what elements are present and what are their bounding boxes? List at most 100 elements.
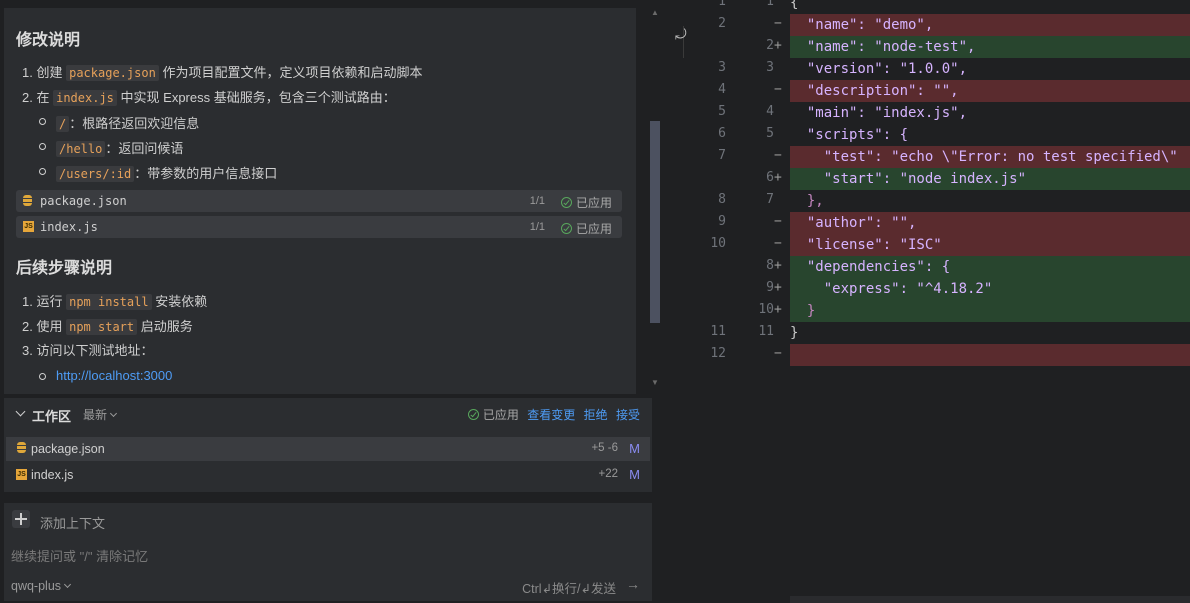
send-arrow-icon[interactable]: → bbox=[626, 576, 640, 592]
collapse-chevron-icon[interactable] bbox=[15, 406, 26, 417]
next-step-1: 1. 运行 npm install 安装依赖 bbox=[22, 294, 208, 310]
add-context-label[interactable]: 添加上下文 bbox=[40, 513, 105, 532]
section-title-next-steps: 后续步骤说明 bbox=[16, 260, 113, 277]
applied-file-package-json[interactable]: package.json 1/1 已应用 bbox=[16, 190, 622, 212]
new-line-number: 7 bbox=[766, 192, 774, 207]
new-line-number: 1 bbox=[766, 0, 774, 9]
new-line-number: 2 bbox=[766, 38, 774, 53]
workspace-panel: 工作区 最新 已应用 查看变更 拒绝 接受 package.json +5 -6… bbox=[4, 398, 652, 492]
code-line-deleted[interactable]: "author": "", bbox=[790, 212, 1190, 234]
old-line-number: 1 bbox=[718, 0, 726, 9]
bullet-icon bbox=[39, 118, 46, 125]
code-line-deleted[interactable]: "description": "", bbox=[790, 80, 1190, 102]
diff-marker: + bbox=[774, 280, 782, 295]
chat-scrollbar[interactable]: ▲ ▼ bbox=[648, 8, 662, 388]
code-line[interactable]: } bbox=[790, 322, 1190, 344]
scroll-up-arrow-icon[interactable]: ▲ bbox=[651, 8, 659, 17]
diff-marker: + bbox=[774, 258, 782, 273]
code-line-deleted[interactable] bbox=[790, 344, 1190, 366]
diff-marker: − bbox=[774, 82, 782, 97]
code-line-deleted[interactable]: "license": "ISC" bbox=[790, 234, 1190, 256]
revert-change-icon[interactable]: ⤾ bbox=[675, 27, 687, 43]
code-line-deleted[interactable]: "test": "echo \"Error: no test specified… bbox=[790, 146, 1190, 168]
chat-input-placeholder[interactable]: 继续提问或 "/" 清除记忆 bbox=[11, 546, 148, 565]
database-icon bbox=[17, 442, 26, 453]
old-line-number: 12 bbox=[710, 346, 726, 361]
next-step-2: 2. 使用 npm start 启动服务 bbox=[22, 319, 193, 335]
assistant-panel: 修改说明 1. 创建 package.json 作为项目配置文件，定义项目依赖和… bbox=[0, 0, 664, 603]
new-line-number: 9 bbox=[766, 280, 774, 295]
js-file-icon: JS bbox=[16, 469, 27, 480]
next-step-3: 3. 访问以下测试地址： bbox=[22, 343, 154, 358]
diff-marker: − bbox=[774, 214, 782, 229]
applied-status: 已应用 bbox=[560, 194, 612, 211]
diff-marker: − bbox=[774, 346, 782, 361]
chat-input-box[interactable]: 添加上下文 继续提问或 "/" 清除记忆 qwq-plus Ctrl↲换行/↲发… bbox=[4, 503, 652, 601]
diff-marker: − bbox=[774, 16, 782, 31]
reject-link[interactable]: 拒绝 bbox=[584, 408, 608, 422]
code-line[interactable]: { bbox=[790, 0, 1190, 14]
old-line-number: 10 bbox=[710, 236, 726, 251]
editor-horizontal-scrollbar[interactable] bbox=[790, 596, 1190, 603]
scroll-thumb[interactable] bbox=[650, 121, 660, 323]
new-line-number: 8 bbox=[766, 258, 774, 273]
code-line[interactable]: }, bbox=[790, 190, 1190, 212]
code-line-added[interactable]: } bbox=[790, 300, 1190, 322]
workspace-header: 工作区 最新 已应用 查看变更 拒绝 接受 bbox=[4, 398, 652, 428]
new-line-number: 11 bbox=[758, 324, 774, 339]
old-line-number: 3 bbox=[718, 60, 726, 75]
bullet-icon bbox=[39, 168, 46, 175]
localhost-link[interactable]: http://localhost:3000 bbox=[56, 368, 172, 383]
section-title-changes: 修改说明 bbox=[16, 32, 81, 49]
code-line-added[interactable]: "start": "node index.js" bbox=[790, 168, 1190, 190]
code-line[interactable]: "version": "1.0.0", bbox=[790, 58, 1190, 80]
accept-link[interactable]: 接受 bbox=[616, 408, 640, 422]
diff-marker: + bbox=[774, 38, 782, 53]
chat-message-panel: 修改说明 1. 创建 package.json 作为项目配置文件，定义项目依赖和… bbox=[4, 8, 636, 394]
old-line-number: 9 bbox=[718, 214, 726, 229]
chevron-down-icon bbox=[109, 409, 118, 418]
code-line[interactable]: "main": "index.js", bbox=[790, 102, 1190, 124]
code-line[interactable]: "scripts": { bbox=[790, 124, 1190, 146]
code-line-added[interactable]: "dependencies": { bbox=[790, 256, 1190, 278]
diff-marker: + bbox=[774, 170, 782, 185]
workspace-file-package-json[interactable]: package.json +5 -6 M bbox=[6, 437, 650, 461]
add-context-button[interactable] bbox=[12, 510, 30, 528]
workspace-file-index-js[interactable]: JS index.js +22 M bbox=[6, 463, 650, 487]
database-icon bbox=[23, 195, 32, 206]
code-line-added[interactable]: "express": "^4.18.2" bbox=[790, 278, 1190, 300]
workspace-title: 工作区 bbox=[32, 409, 72, 424]
old-line-number: 4 bbox=[718, 82, 726, 97]
new-line-number: 4 bbox=[766, 104, 774, 119]
bullet-icon bbox=[39, 373, 46, 380]
model-selector[interactable]: qwq-plus bbox=[11, 579, 72, 593]
check-circle-icon bbox=[467, 409, 479, 420]
route-item: /users/:id ：带参数的用户信息接口 bbox=[56, 163, 277, 182]
old-line-number: 11 bbox=[710, 324, 726, 339]
applied-file-index-js[interactable]: JS index.js 1/1 已应用 bbox=[16, 216, 622, 238]
new-line-number: 5 bbox=[766, 126, 774, 141]
sort-dropdown[interactable]: 最新 bbox=[83, 406, 118, 423]
js-file-icon: JS bbox=[23, 221, 34, 232]
diff-marker: − bbox=[774, 236, 782, 251]
code-line-added[interactable]: "name": "node-test", bbox=[790, 36, 1190, 58]
check-circle-icon bbox=[560, 223, 572, 234]
inline-code: index.js bbox=[53, 90, 117, 106]
new-line-number: 10 bbox=[758, 302, 774, 317]
workspace-actions: 已应用 查看变更 拒绝 接受 bbox=[467, 406, 640, 423]
old-line-number: 2 bbox=[718, 16, 726, 31]
old-line-number: 8 bbox=[718, 192, 726, 207]
bullet-icon bbox=[39, 143, 46, 150]
route-item: / ：根路径返回欢迎信息 bbox=[56, 113, 199, 132]
chevron-down-icon bbox=[63, 580, 72, 589]
diff-editor[interactable]: ⤾ 1 1 { 2 − "name": "demo", 2 + "name": … bbox=[664, 0, 1190, 603]
new-line-number: 3 bbox=[766, 60, 774, 75]
new-line-number: 6 bbox=[766, 170, 774, 185]
old-line-number: 5 bbox=[718, 104, 726, 119]
diff-marker: − bbox=[774, 148, 782, 163]
view-changes-link[interactable]: 查看变更 bbox=[527, 408, 575, 422]
scroll-down-arrow-icon[interactable]: ▼ bbox=[651, 378, 659, 387]
send-hint: Ctrl↲换行/↲发送 bbox=[522, 582, 616, 596]
change-step-2: 2. 在 index.js 中实现 Express 基础服务，包含三个测试路由： bbox=[22, 90, 396, 106]
code-line-deleted[interactable]: "name": "demo", bbox=[790, 14, 1190, 36]
